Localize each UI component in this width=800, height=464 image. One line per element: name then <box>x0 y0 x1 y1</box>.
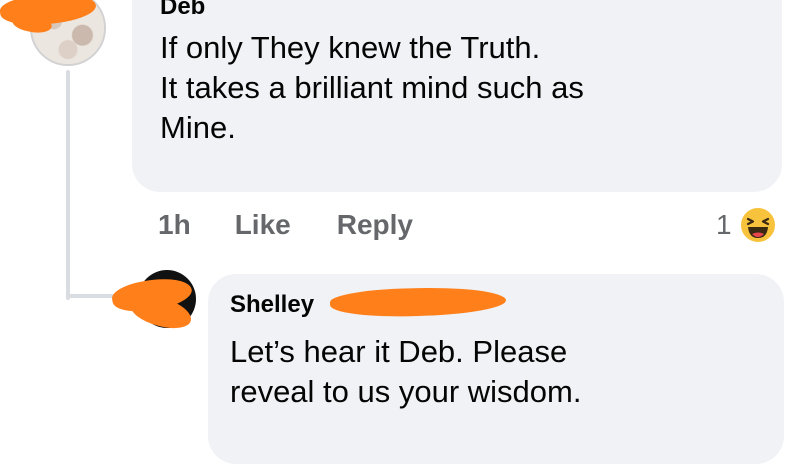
comment-bubble: Shelley Let’s hear it Deb. Please reveal… <box>208 274 784 464</box>
comment-timestamp[interactable]: 1h <box>158 209 191 241</box>
comment-line: Let’s hear it Deb. Please <box>230 334 568 369</box>
comment-line: reveal to us your wisdom. <box>230 374 582 409</box>
comment-text: Let’s hear it Deb. Please reveal to us y… <box>230 332 756 412</box>
comment-line: If only They knew the Truth. <box>160 30 541 65</box>
comment-text: If only They knew the Truth. It takes a … <box>160 28 754 148</box>
comment-line: Mine. <box>160 110 236 145</box>
comment-author[interactable]: Deb <box>160 0 754 22</box>
reply-button[interactable]: Reply <box>337 209 413 241</box>
reaction-summary[interactable]: 1 <box>716 203 778 247</box>
reaction-count: 1 <box>716 209 732 240</box>
thread-line-vertical <box>66 70 70 300</box>
comment-bubble: Deb If only They knew the Truth. It take… <box>132 0 782 192</box>
comment-line: It takes a brilliant mind such as <box>160 70 584 105</box>
comment-actions: 1h Like Reply <box>158 205 459 245</box>
like-button[interactable]: Like <box>235 209 291 241</box>
haha-reaction-icon <box>738 206 777 244</box>
